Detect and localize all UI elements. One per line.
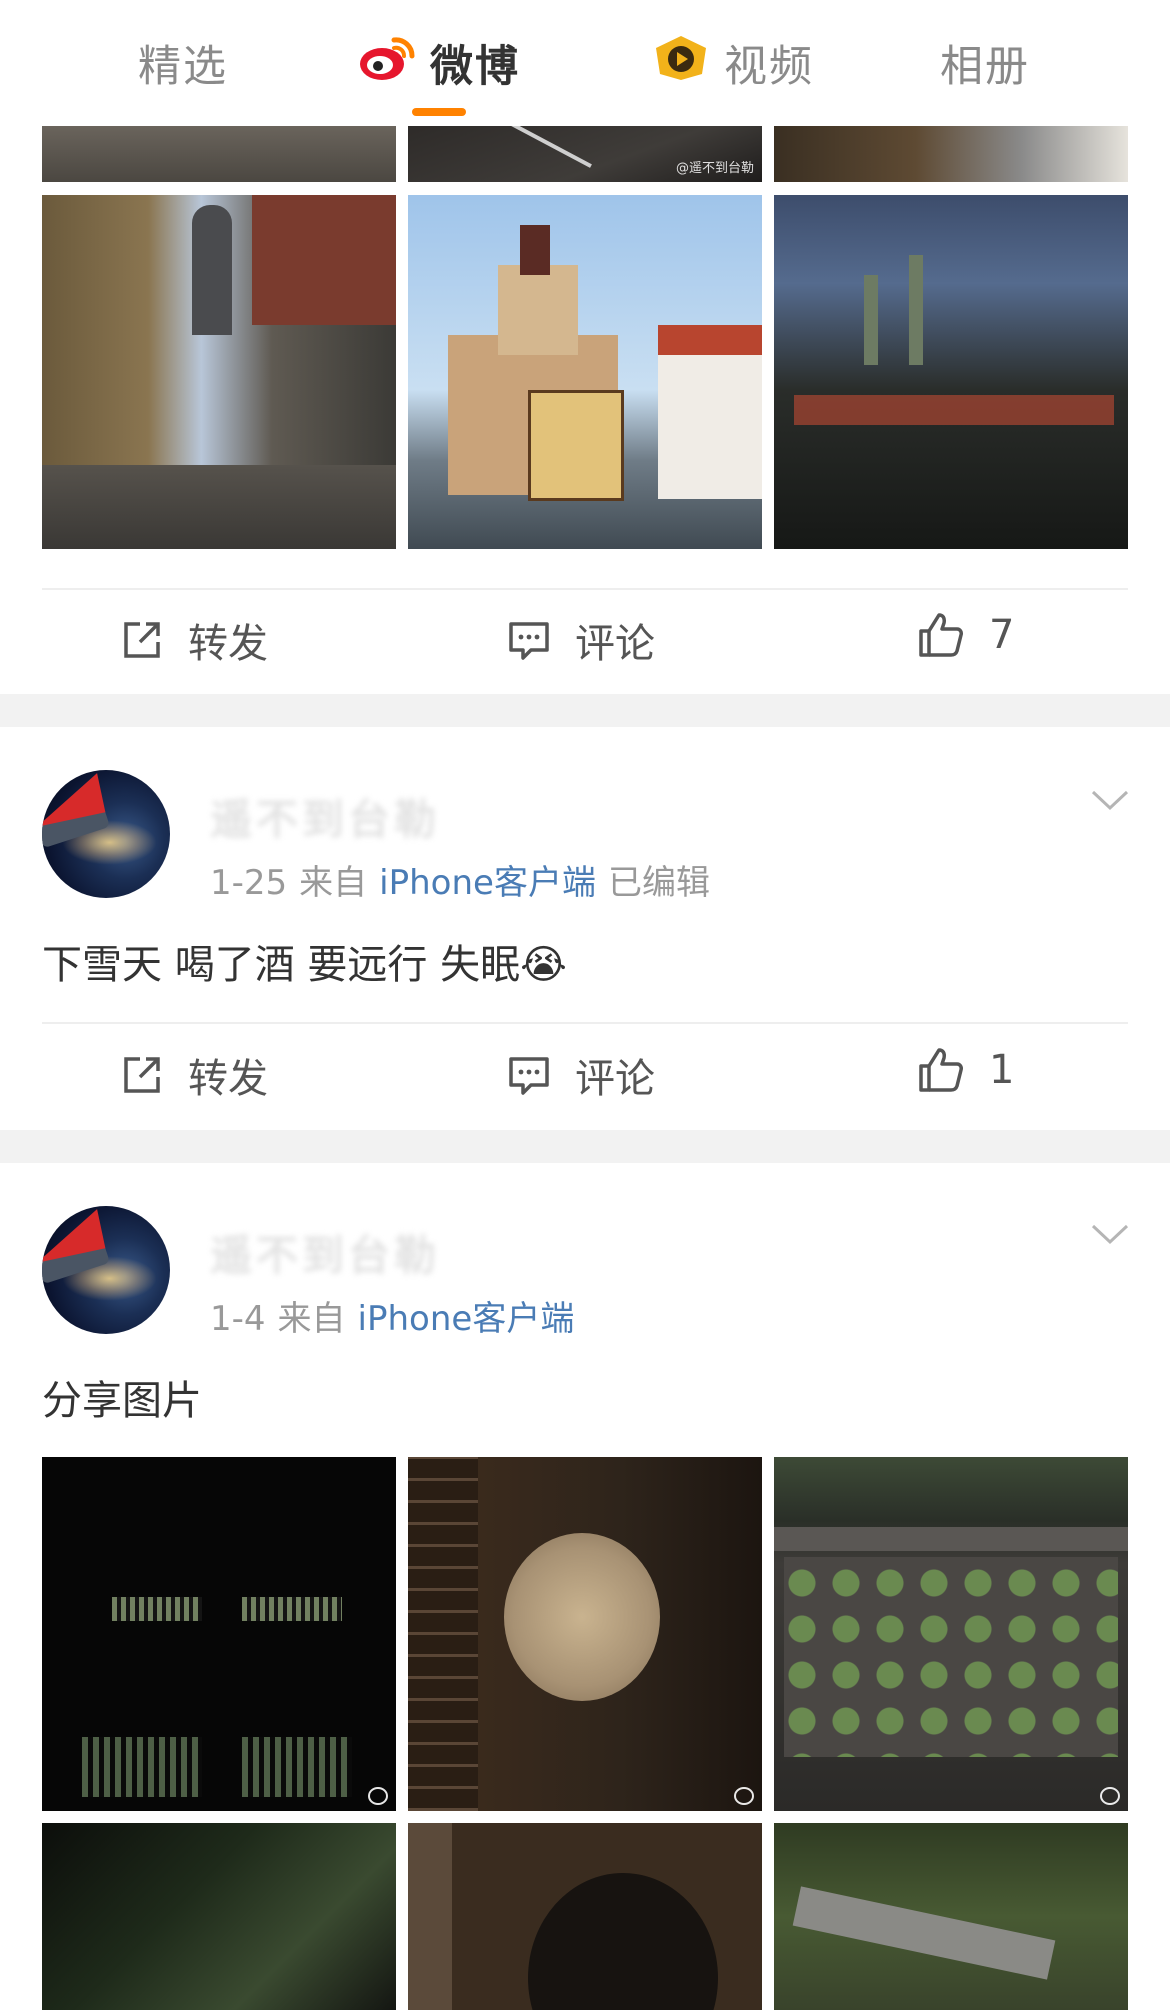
- video-badge-icon: [652, 34, 710, 93]
- avatar[interactable]: [42, 770, 170, 898]
- post3-photo-2[interactable]: [408, 1457, 762, 1811]
- repost-label: 转发: [188, 1056, 268, 1102]
- chevron-down-icon[interactable]: [1090, 788, 1130, 812]
- top-tab-bar: 精选 微博 视频 相册: [0, 0, 1170, 122]
- divider: [42, 588, 1128, 590]
- comment-label: 评论: [575, 621, 655, 667]
- active-tab-indicator: [412, 108, 466, 116]
- comment-label: 评论: [575, 1056, 655, 1102]
- like-button[interactable]: 1: [917, 1046, 1014, 1094]
- post-text: 分享图片: [42, 1378, 202, 1424]
- tab-featured[interactable]: 精选: [138, 28, 228, 98]
- repost-label: 转发: [188, 621, 268, 667]
- post3-photo-3[interactable]: [774, 1457, 1128, 1811]
- post-date: 1-4: [210, 1299, 266, 1339]
- post3-photo-1[interactable]: [42, 1457, 396, 1811]
- tab-label: 视频: [724, 42, 814, 92]
- post3-photo-6[interactable]: [774, 1823, 1128, 2010]
- avatar[interactable]: [42, 1206, 170, 1334]
- repost-button[interactable]: 转发: [120, 1046, 268, 1104]
- post-meta: 1-4 来自 iPhone客户端: [210, 1291, 586, 1340]
- thumbs-up-icon: [919, 1048, 963, 1092]
- tab-label: 相册: [940, 42, 1030, 92]
- watermark-icon: [734, 1787, 754, 1805]
- post-date: 1-25: [210, 863, 288, 903]
- post3-photo-5[interactable]: [408, 1823, 762, 2010]
- photo-watermark: @遥不到台勒: [675, 161, 754, 176]
- post1-photo-3[interactable]: [774, 126, 1128, 182]
- like-count: 1: [989, 1047, 1015, 1093]
- post1-photo-4[interactable]: [42, 195, 396, 549]
- source-prefix: 来自: [299, 863, 368, 903]
- tab-label: 精选: [138, 42, 228, 92]
- post1-photo-6[interactable]: [774, 195, 1128, 549]
- divider: [42, 1022, 1128, 1024]
- watermark-icon: [1100, 1787, 1120, 1805]
- post1-photo-1[interactable]: [42, 126, 396, 182]
- comment-icon: [509, 1057, 549, 1095]
- repost-icon: [124, 1057, 160, 1093]
- source-prefix: 来自: [277, 1299, 346, 1339]
- watermark-icon: [368, 1787, 388, 1805]
- tab-label: 微博: [430, 42, 520, 92]
- comment-button[interactable]: 评论: [507, 1046, 655, 1104]
- username[interactable]: 遥不到台勒: [210, 1222, 440, 1283]
- like-button[interactable]: 7: [917, 611, 1014, 659]
- edited-label: 已编辑: [607, 863, 710, 903]
- post1-photo-2[interactable]: @遥不到台勒: [408, 126, 762, 182]
- chevron-down-icon[interactable]: [1090, 1222, 1130, 1246]
- post-text: 下雪天 喝了酒 要远行 失眠😭: [42, 942, 567, 988]
- feed-separator: [0, 1130, 1170, 1163]
- source-link[interactable]: iPhone客户端: [358, 1299, 575, 1339]
- thumbs-up-icon: [919, 613, 963, 657]
- repost-button[interactable]: 转发: [120, 611, 268, 669]
- weibo-logo-icon: [358, 34, 416, 93]
- like-count: 7: [989, 612, 1015, 658]
- username[interactable]: 遥不到台勒: [210, 786, 440, 847]
- tab-video[interactable]: 视频: [652, 28, 814, 98]
- post-meta: 1-25 来自 iPhone客户端 已编辑: [210, 855, 722, 904]
- tab-album[interactable]: 相册: [940, 28, 1030, 98]
- comment-button[interactable]: 评论: [507, 611, 655, 669]
- repost-icon: [124, 622, 160, 658]
- comment-icon: [509, 622, 549, 660]
- post1-photo-5[interactable]: [408, 195, 762, 549]
- feed-separator: [0, 694, 1170, 727]
- source-link[interactable]: iPhone客户端: [379, 863, 596, 903]
- tab-weibo[interactable]: 微博: [358, 28, 520, 98]
- post3-photo-4[interactable]: [42, 1823, 396, 2010]
